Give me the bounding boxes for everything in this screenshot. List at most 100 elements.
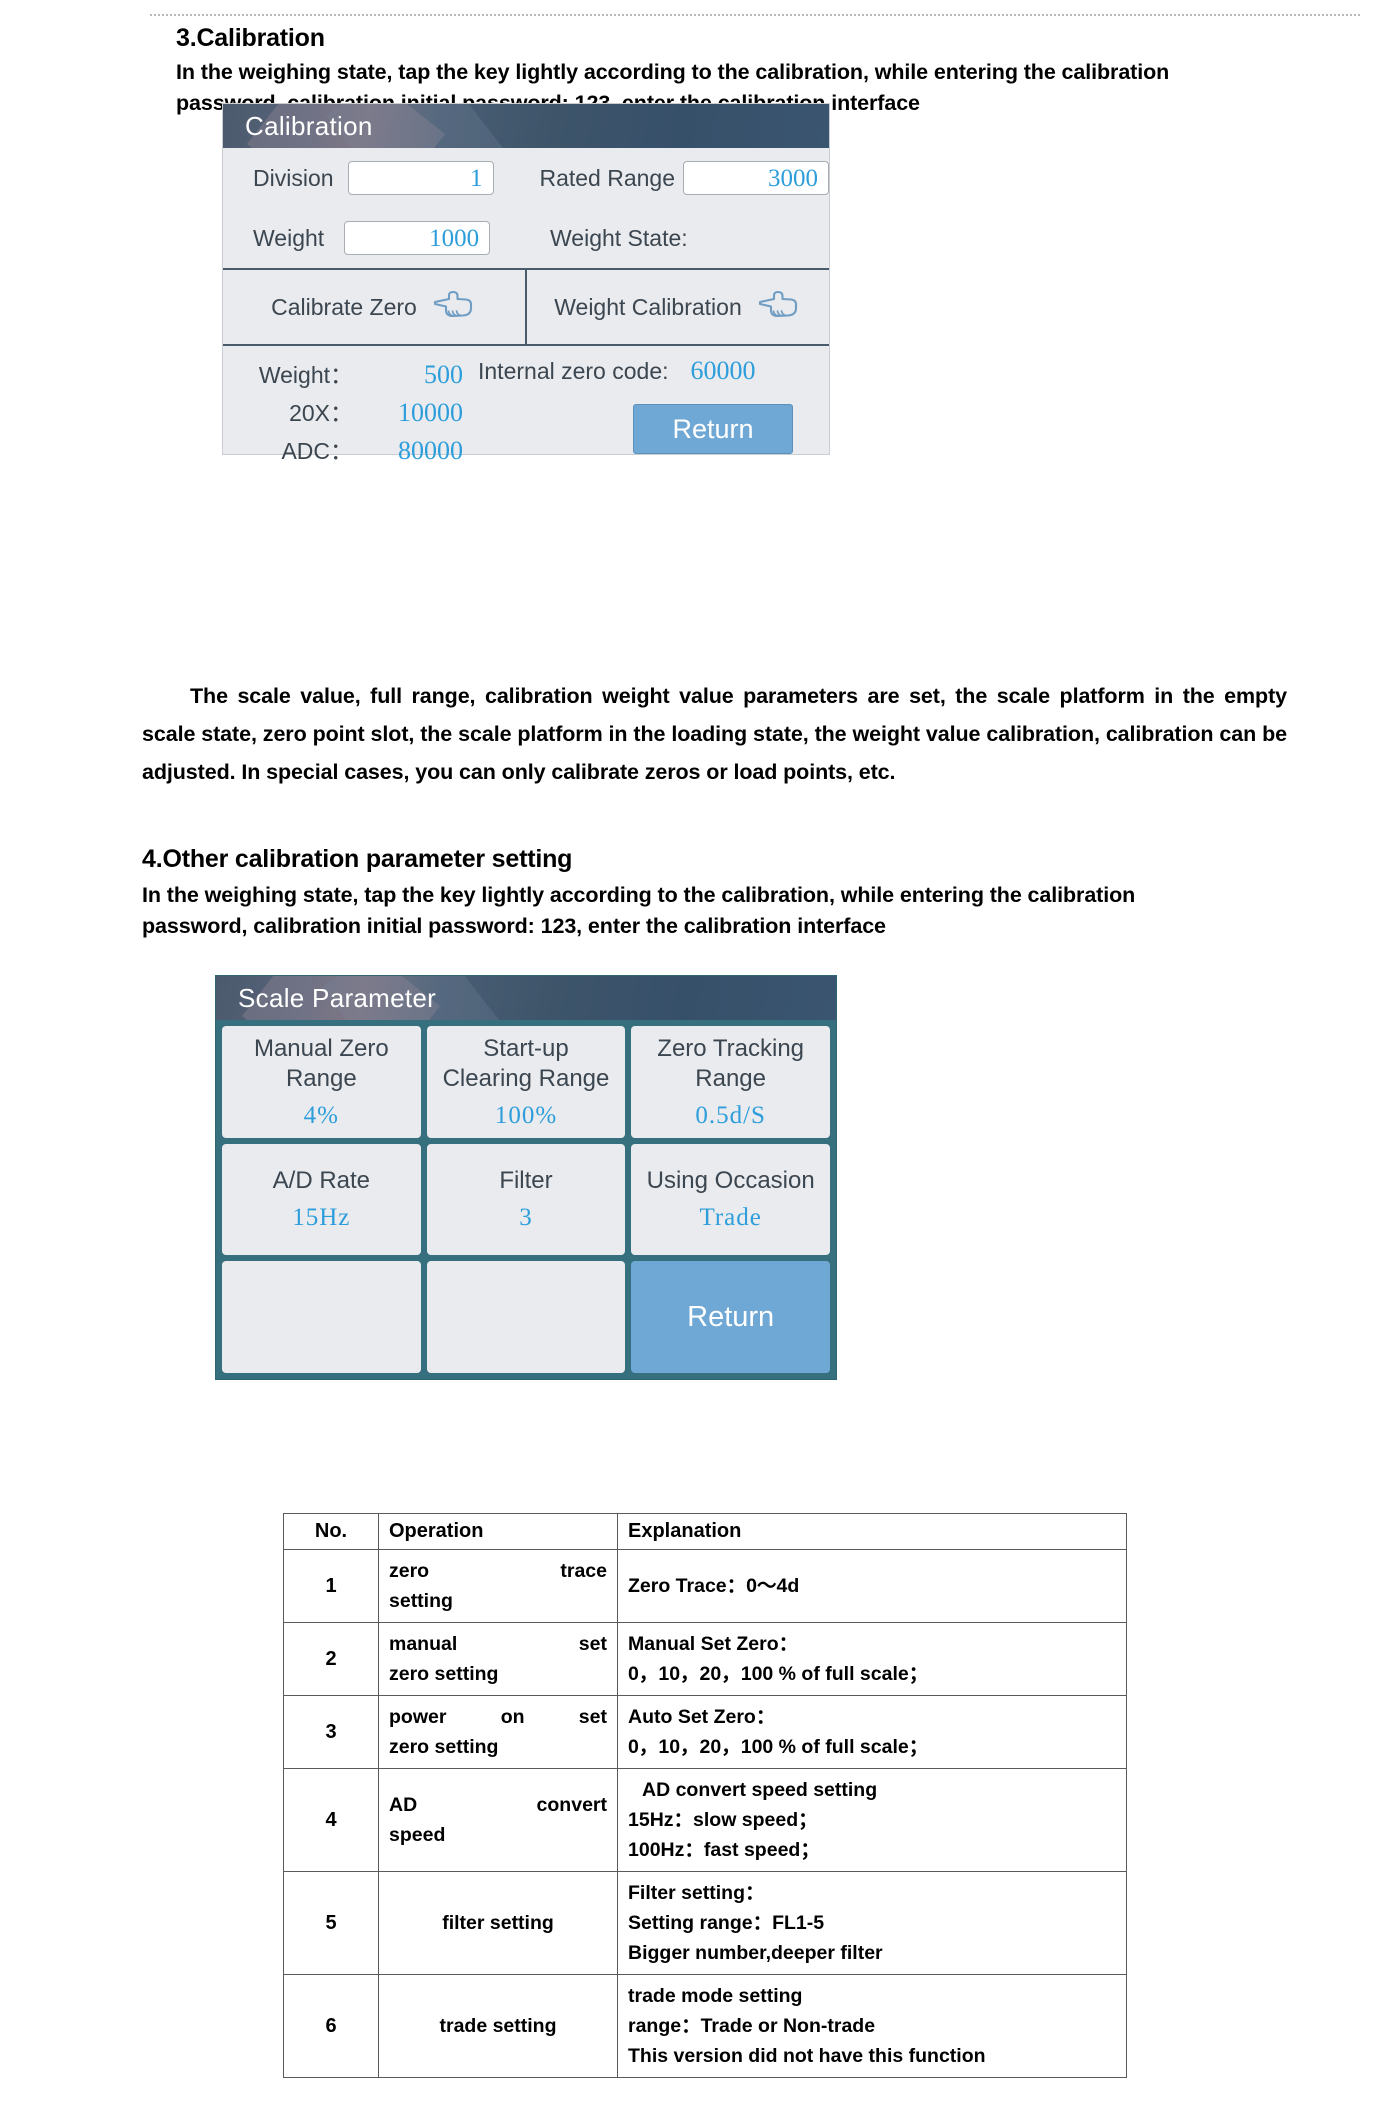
operation-line: zero trace xyxy=(389,1560,607,1582)
parameter-table-head: No. Operation Explanation xyxy=(283,1513,1127,1550)
cell-no: 4 xyxy=(283,1768,379,1872)
operation-line: speed xyxy=(389,1824,446,1846)
cell-explanation: Zero Trace：0～4d xyxy=(617,1549,1127,1623)
readout-weight-key: Weight： xyxy=(258,362,353,388)
cell-value: 100% xyxy=(494,1101,558,1129)
header-no: No. xyxy=(283,1513,379,1550)
section-4-lead-paragraph: In the weighing state, tap the key light… xyxy=(142,883,1136,938)
readout-weight-value: 500 xyxy=(424,360,463,389)
rated-range-label: Rated Range xyxy=(539,164,675,191)
cell-operation: zero trace setting xyxy=(378,1549,618,1623)
section-4-heading: 4.Other calibration parameter setting xyxy=(142,845,573,873)
table-row: 2 manual set zero setting Manual Set Zero： 0… xyxy=(283,1622,1127,1696)
calibration-readout: Weight： 500 20X： 10000 ADC： 80000 Intern… xyxy=(223,346,829,478)
cell-value: 0.5d/S xyxy=(695,1101,766,1129)
scale-parameter-cell-using-occasion[interactable]: Using Occasion Trade xyxy=(631,1143,830,1256)
explanation-line: 100Hz：fast speed； xyxy=(628,1839,820,1861)
readout-weight-row: Weight： 500 xyxy=(241,356,463,394)
explanation-line: 0，10，20，100 % of full scale； xyxy=(628,1663,929,1685)
table-row: 5 filter setting Filter setting： Setting ra… xyxy=(283,1871,1127,1975)
table-header-row: No. Operation Explanation xyxy=(283,1513,1127,1550)
operation-line: setting xyxy=(389,1590,453,1612)
internal-zero-code-value: 60000 xyxy=(690,356,756,385)
table-row: 1 zero trace setting Zero Trace：0～4d xyxy=(283,1549,1127,1623)
operation-line: power on set xyxy=(389,1706,607,1728)
scale-parameter-cell-a-d-rate[interactable]: A/D Rate 15Hz xyxy=(222,1143,421,1256)
scale-parameter-cell-start-up-clearing-range[interactable]: Start-up Clearing Range 100% xyxy=(426,1026,626,1138)
explanation-line: 0，10，20，100 % of full scale； xyxy=(628,1736,929,1758)
calibration-screen: Calibration Division 1 Rated Range 3000 … xyxy=(222,103,830,465)
calibration-action-strip: Calibrate Zero Weight Calibration xyxy=(223,268,829,346)
cell-operation: power on set zero setting xyxy=(378,1695,618,1769)
calibrate-zero-label: Calibrate Zero xyxy=(271,293,417,320)
header-explanation: Explanation xyxy=(617,1513,1127,1550)
readout-20x-key: 20X： xyxy=(289,400,353,426)
cell-no: 3 xyxy=(283,1695,379,1769)
readout-adc-value: 80000 xyxy=(398,436,463,465)
cell-explanation: Filter setting： Setting range：FL1-5 Bigger… xyxy=(617,1871,1127,1975)
pointing-hand-icon xyxy=(758,290,802,324)
scale-parameter-empty-cell-6 xyxy=(222,1261,421,1373)
cell-value: Trade xyxy=(699,1204,762,1232)
explanation-line: Filter setting： xyxy=(628,1882,765,1904)
parameter-table: No. Operation Explanation 1 zero trace set… xyxy=(283,1513,1127,2078)
weight-calibration-label: Weight Calibration xyxy=(554,293,742,320)
document-page: 3.Calibration In the weighing state, tap… xyxy=(0,0,1400,2124)
calibration-title-bar: Calibration xyxy=(223,104,829,148)
operation-line: manual set xyxy=(389,1633,607,1655)
weight-label: Weight xyxy=(253,224,325,251)
scale-parameter-return-button[interactable]: Return xyxy=(631,1261,830,1373)
cell-value: 4% xyxy=(303,1101,339,1129)
division-input[interactable]: 1 xyxy=(347,161,494,195)
table-row: 6 trade setting trade mode setting range：Tr… xyxy=(283,1974,1127,2078)
explanation-line: Manual Set Zero： xyxy=(628,1633,799,1655)
weight-calibration-button[interactable]: Weight Calibration xyxy=(527,270,829,344)
section-3-body-paragraph: The scale value, full range, calibration… xyxy=(142,683,1287,784)
explanation-line: trade mode setting xyxy=(628,1985,803,2007)
explanation-line: Bigger number,deeper filter xyxy=(628,1942,883,1964)
calibration-fields: Division 1 Rated Range 3000 Weight 1000 … xyxy=(223,148,829,268)
internal-zero-code-key: Internal zero code: xyxy=(478,358,669,384)
explanation-line: AD convert speed setting xyxy=(642,1779,878,1801)
cell-no: 1 xyxy=(283,1549,379,1623)
explanation-line: Setting range：FL1-5 xyxy=(628,1912,825,1934)
readout-adc-key: ADC： xyxy=(281,438,353,464)
calibration-title: Calibration xyxy=(245,111,373,141)
readout-20x-row: 20X： 10000 xyxy=(241,394,463,432)
explanation-line: range：Trade or Non-trade xyxy=(628,2015,876,2037)
calibration-return-button[interactable]: Return xyxy=(633,404,793,454)
scale-parameter-title: Scale Parameter xyxy=(238,983,437,1013)
explanation-line: Auto Set Zero： xyxy=(628,1706,776,1728)
scale-parameter-cell-filter[interactable]: Filter 3 xyxy=(426,1143,626,1256)
header-operation: Operation xyxy=(378,1513,618,1550)
weight-input[interactable]: 1000 xyxy=(344,221,491,255)
page-top-divider xyxy=(150,14,1360,16)
explanation-line: Zero Trace：0～4d xyxy=(628,1575,800,1597)
operation-line: AD convert xyxy=(389,1794,607,1816)
cell-label: Manual Zero Range xyxy=(253,1034,389,1092)
cell-label: Start-up Clearing Range xyxy=(442,1034,610,1092)
calibrate-zero-button[interactable]: Calibrate Zero xyxy=(223,270,527,344)
readout-20x-value: 10000 xyxy=(398,398,463,427)
cell-explanation: AD convert speed setting 15Hz：slow speed；… xyxy=(617,1768,1127,1872)
scale-parameter-title-bar: Scale Parameter xyxy=(216,976,836,1020)
explanation-line: This version did not have this function xyxy=(628,2045,986,2067)
cell-label: Using Occasion xyxy=(646,1167,815,1195)
scale-parameter-cell-manual-zero-range[interactable]: Manual Zero Range 4% xyxy=(222,1026,421,1138)
weight-state-label: Weight State: xyxy=(550,224,688,251)
rated-range-input[interactable]: 3000 xyxy=(683,161,829,195)
parameter-table-body: 1 zero trace setting Zero Trace：0～4d 2 manual… xyxy=(283,1549,1127,2078)
cell-value: 3 xyxy=(519,1204,533,1232)
division-label: Division xyxy=(253,164,334,191)
operation-line: filter setting xyxy=(442,1911,554,1934)
cell-no: 5 xyxy=(283,1871,379,1975)
scale-parameter-grid: Manual Zero Range 4% Start-up Clearing Range… xyxy=(216,1020,836,1379)
cell-explanation: trade mode setting range：Trade or Non-tra… xyxy=(617,1974,1127,2078)
cell-label: Zero Tracking Range xyxy=(657,1034,805,1092)
readout-adc-row: ADC： 80000 xyxy=(241,432,463,470)
cell-operation: manual set zero setting xyxy=(378,1622,618,1696)
table-row: 3 power on set zero setting Auto Set Zero： 0… xyxy=(283,1695,1127,1769)
cell-label: Filter xyxy=(499,1167,553,1195)
calibration-row-weight: Weight 1000 Weight State: xyxy=(223,208,829,268)
scale-parameter-cell-zero-tracking-range[interactable]: Zero Tracking Range 0.5d/S xyxy=(631,1026,830,1138)
